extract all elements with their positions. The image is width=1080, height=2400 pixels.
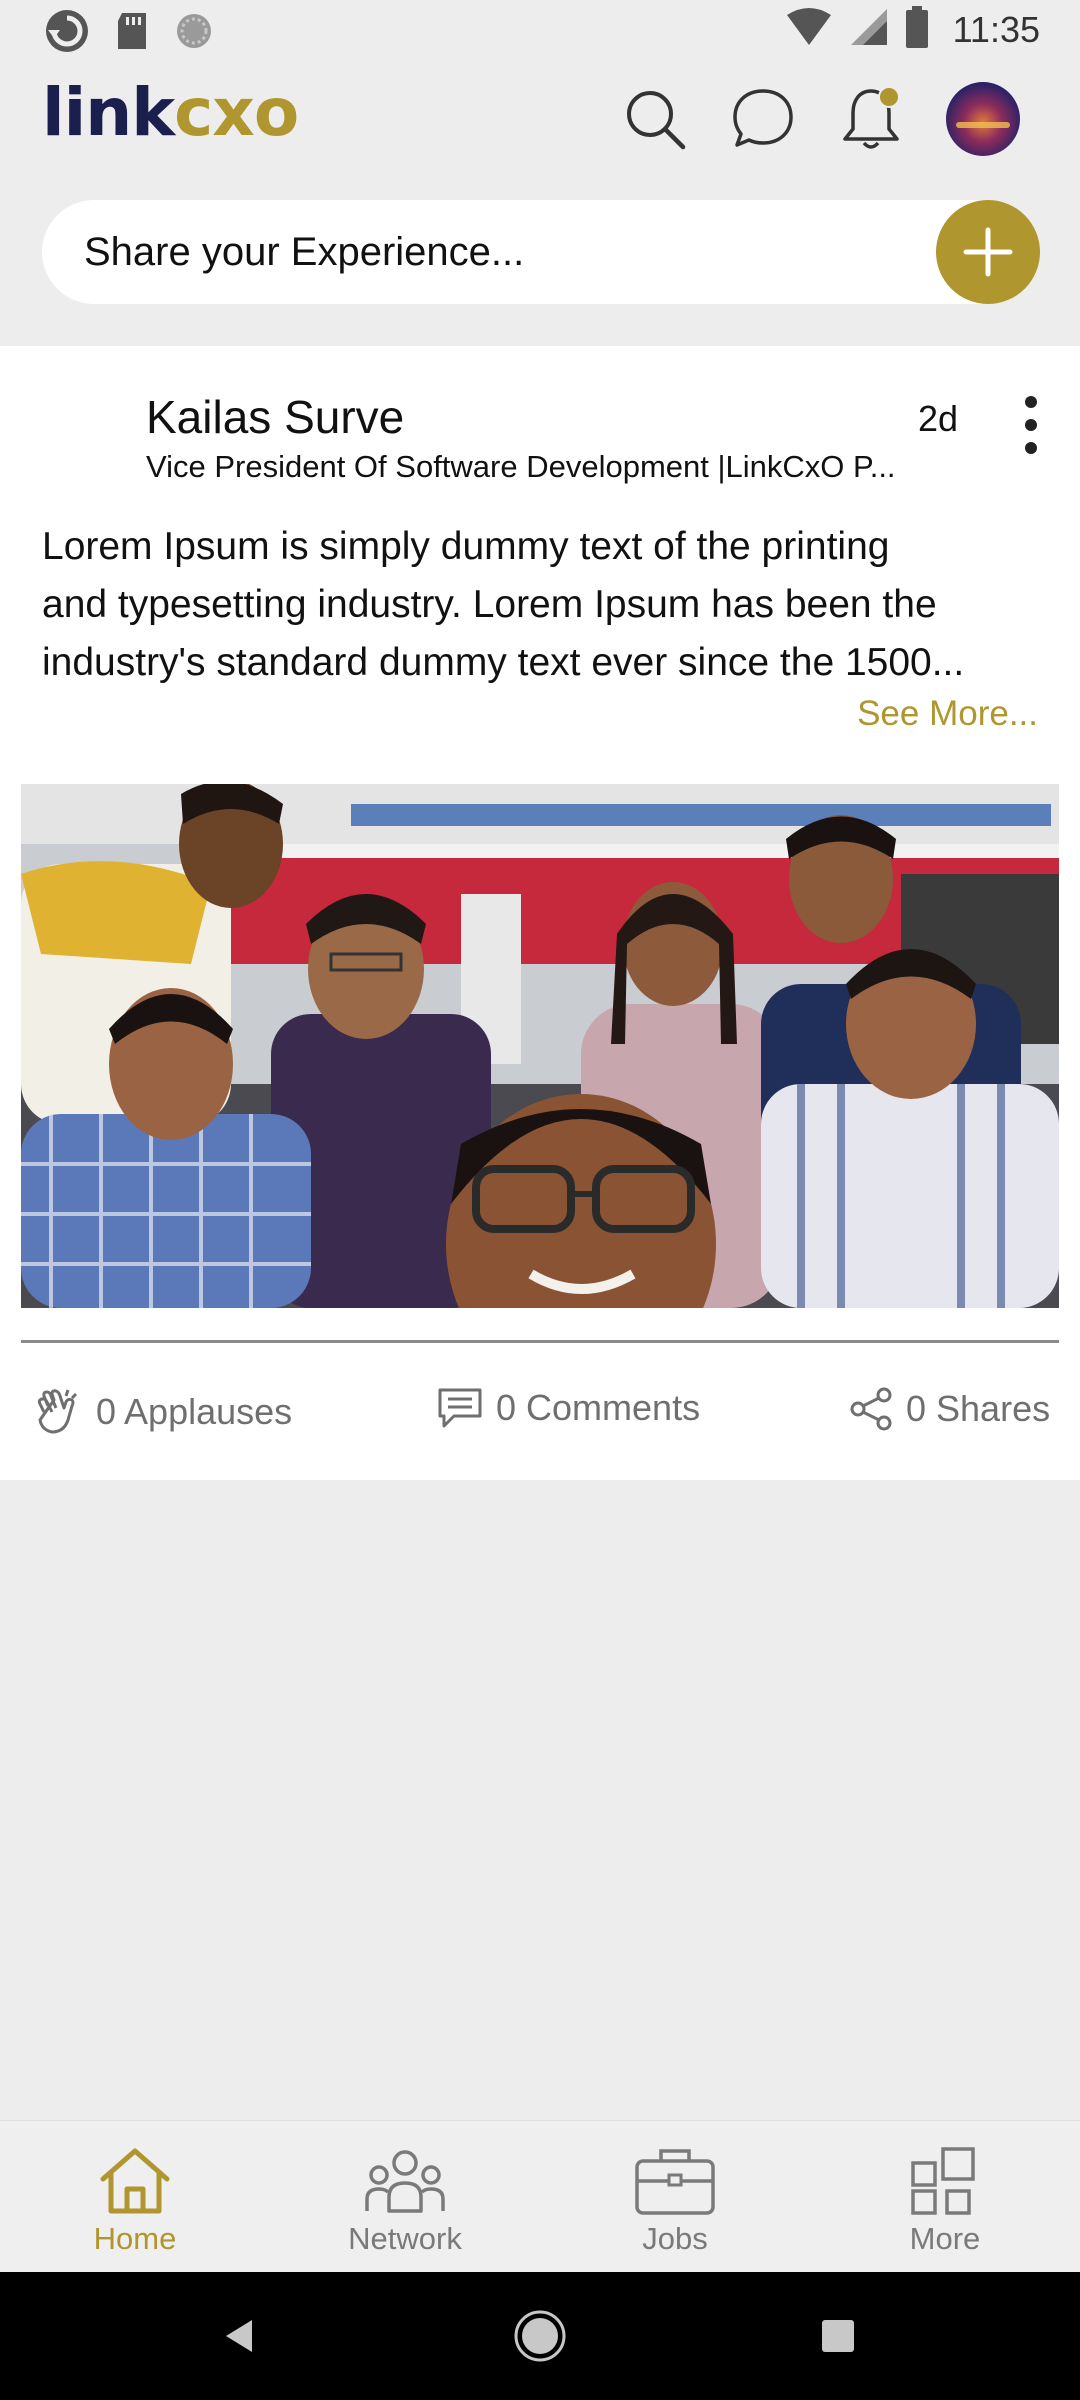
menu-dot	[1025, 442, 1037, 454]
signal-icon	[849, 7, 889, 52]
status-right-icons: 11:35	[785, 6, 1040, 53]
nav-more-label: More	[909, 2221, 981, 2256]
back-button[interactable]	[210, 2306, 270, 2366]
home-icon	[97, 2141, 173, 2221]
nav-network[interactable]: Network	[305, 2141, 505, 2257]
share-experience-bar[interactable]: Share your Experience...	[42, 200, 1040, 304]
chat-icon[interactable]	[730, 86, 796, 152]
post-body-line: industry's standard dummy text ever sinc…	[42, 641, 965, 684]
add-post-button[interactable]	[936, 200, 1040, 304]
home-button[interactable]	[510, 2306, 570, 2366]
wifi-icon	[785, 7, 833, 52]
comment-icon	[438, 1388, 482, 1428]
see-more-link[interactable]: See More...	[857, 694, 1038, 734]
comment-button[interactable]: 0 Comments	[436, 1386, 700, 1430]
app-bar: linkcxo	[0, 62, 1080, 188]
post-divider	[21, 1340, 1059, 1343]
status-bar: 11:35	[0, 0, 1080, 62]
post-actions: 0 Applauses 0 Comments 0 Shares	[0, 1386, 1080, 1446]
share-icon	[850, 1387, 892, 1431]
sync-icon	[44, 8, 90, 59]
plus-icon	[963, 227, 1013, 277]
briefcase-icon	[633, 2141, 717, 2221]
menu-dot	[1025, 419, 1037, 431]
recents-icon	[822, 2320, 854, 2352]
post-body: Lorem Ipsum is simply dummy text of the …	[42, 518, 1042, 692]
status-time: 11:35	[952, 8, 1040, 50]
system-navigation-bar	[0, 2272, 1080, 2400]
post-body-line: Lorem Ipsum is simply dummy text of the …	[42, 525, 890, 568]
post-author-name[interactable]: Kailas Surve	[146, 390, 404, 444]
search-icon[interactable]	[622, 86, 688, 152]
group-photo-image	[21, 784, 1059, 1308]
share-button[interactable]: 0 Shares	[848, 1386, 1050, 1432]
post-time: 2d	[918, 398, 959, 439]
appbar-actions	[622, 82, 1020, 156]
back-icon	[226, 2320, 252, 2352]
applause-count: 0 Applauses	[96, 1391, 293, 1432]
recents-button[interactable]	[808, 2306, 868, 2366]
sd-card-icon	[114, 11, 150, 56]
logo-link-text: link	[42, 74, 175, 151]
nav-home[interactable]: Home	[35, 2141, 235, 2257]
post-body-line: and typesetting industry. Lorem Ipsum ha…	[42, 583, 937, 626]
comment-count: 0 Comments	[496, 1387, 701, 1428]
notification-bell-icon[interactable]	[838, 86, 904, 152]
post-options-menu-icon[interactable]	[1014, 390, 1048, 460]
grid-icon	[909, 2141, 981, 2221]
post-author-title: Vice President Of Software Development |…	[146, 449, 896, 484]
clap-icon	[37, 1389, 78, 1434]
bottom-navigation: Home Network Jobs More	[0, 2120, 1080, 2273]
menu-dot	[1025, 396, 1037, 408]
loading-icon	[174, 11, 214, 56]
nav-more[interactable]: More	[845, 2141, 1045, 2257]
nav-network-label: Network	[348, 2221, 462, 2256]
logo-cxo-text: cxo	[174, 74, 299, 151]
profile-avatar[interactable]	[946, 82, 1020, 156]
battery-icon	[905, 6, 929, 53]
post-photo[interactable]	[21, 784, 1059, 1308]
nav-jobs[interactable]: Jobs	[575, 2141, 775, 2257]
nav-home-label: Home	[93, 2221, 177, 2256]
linkcxo-logo[interactable]: linkcxo	[42, 80, 299, 146]
share-count: 0 Shares	[906, 1388, 1051, 1429]
applause-button[interactable]: 0 Applauses	[32, 1386, 292, 1438]
nav-jobs-label: Jobs	[642, 2221, 708, 2256]
share-experience-placeholder[interactable]: Share your Experience...	[84, 230, 524, 275]
network-icon	[363, 2141, 447, 2221]
post-card: Kailas Surve Vice President Of Software …	[0, 346, 1080, 1480]
status-left-icons	[44, 8, 214, 59]
home-circle-icon	[514, 2310, 566, 2362]
